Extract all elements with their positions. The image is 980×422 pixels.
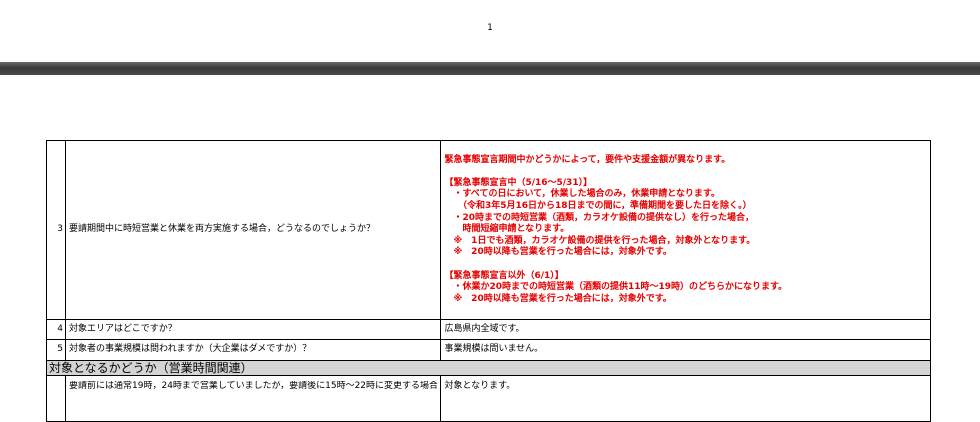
table-row: 3 要請期間中に時短営業と休業を両方実施する場合，どうなるのでしょうか？ 緊急事… bbox=[45, 140, 931, 320]
previous-page-bottom: 1 bbox=[0, 0, 980, 62]
answer-line: ・すべての日において，休業した場合のみ，休業申請となります。 bbox=[444, 189, 721, 200]
section-title: 対象となるかどうか（営業時間関連） bbox=[46, 360, 931, 376]
answer-line bbox=[444, 259, 927, 271]
question-cell: 要請前には通常19時，24時まで営業していましたが，要請後に15時～22時に変更… bbox=[65, 375, 442, 422]
table-row: 5 対象者の事業規模は問われますか（大企業はダメですか）？ 事業規模は問いません… bbox=[45, 339, 931, 361]
table-row: 要請前には通常19時，24時まで営業していましたが，要請後に15時～22時に変更… bbox=[45, 375, 931, 422]
answer-line: ・休業か20時までの時短営業（酒類の提供11時〜19時）のどちらかになります。 bbox=[444, 282, 788, 293]
answer-line: ※ 20時以降も営業を行った場合には，対象外です。 bbox=[444, 293, 672, 304]
row-number: 5 bbox=[45, 339, 67, 361]
answer-line bbox=[444, 166, 927, 178]
answer-line: ※ 1日でも酒類，カラオケ設備の提供を行った場合，対象外となります。 bbox=[444, 235, 756, 246]
answer-cell: 広島県内全域です。 bbox=[440, 319, 931, 340]
question-cell: 対象エリアはどこですか？ bbox=[65, 319, 442, 340]
page-separator bbox=[0, 62, 980, 75]
answer-cell: 事業規模は問いません。 bbox=[440, 339, 931, 361]
table-row: 4 対象エリアはどこですか？ 広島県内全域です。 bbox=[45, 319, 931, 340]
answer-line: ・20時までの時短営業（酒類，カラオケ設備の提供なし）を行った場合， bbox=[444, 212, 754, 223]
section-header-row: 対象となるかどうか（営業時間関連） bbox=[46, 360, 931, 376]
faq-table: 3 要請期間中に時短営業と休業を両方実施する場合，どうなるのでしょうか？ 緊急事… bbox=[45, 140, 931, 422]
question-cell: 要請期間中に時短営業と休業を両方実施する場合，どうなるのでしょうか？ bbox=[65, 140, 442, 320]
answer-line: （令和3年5月16日から18日までの間に，準備期間を要した日を除く。） bbox=[444, 201, 752, 212]
answer-line: 【緊急事態宣言中（5/16〜5/31）】 bbox=[444, 177, 593, 188]
answer-line: 時間短縮申請となります。 bbox=[444, 224, 570, 235]
page-number: 1 bbox=[487, 23, 493, 33]
row-number: 4 bbox=[45, 319, 67, 340]
question-cell: 対象者の事業規模は問われますか（大企業はダメですか）？ bbox=[65, 339, 442, 361]
document-page: 3 要請期間中に時短営業と休業を両方実施する場合，どうなるのでしょうか？ 緊急事… bbox=[0, 75, 980, 422]
question-text-partial: 要請前には通常19時，24時まで営業していましたが，要請後に15時～22時に変更… bbox=[69, 381, 438, 391]
answer-line: ※ 20時以降も営業を行った場合には，対象外です。 bbox=[444, 247, 672, 258]
answer-cell: 対象となります。 bbox=[440, 375, 931, 422]
answer-line: 緊急事態宣言期間中かどうかによって，要件や支援金額が異なります。 bbox=[444, 154, 731, 165]
answer-line: 【緊急事態宣言以外（6/1）】 bbox=[444, 270, 564, 281]
answer-cell: 緊急事態宣言期間中かどうかによって，要件や支援金額が異なります。 【緊急事態宣言… bbox=[440, 140, 931, 320]
row-number: 3 bbox=[45, 140, 67, 320]
row-number bbox=[45, 375, 67, 422]
